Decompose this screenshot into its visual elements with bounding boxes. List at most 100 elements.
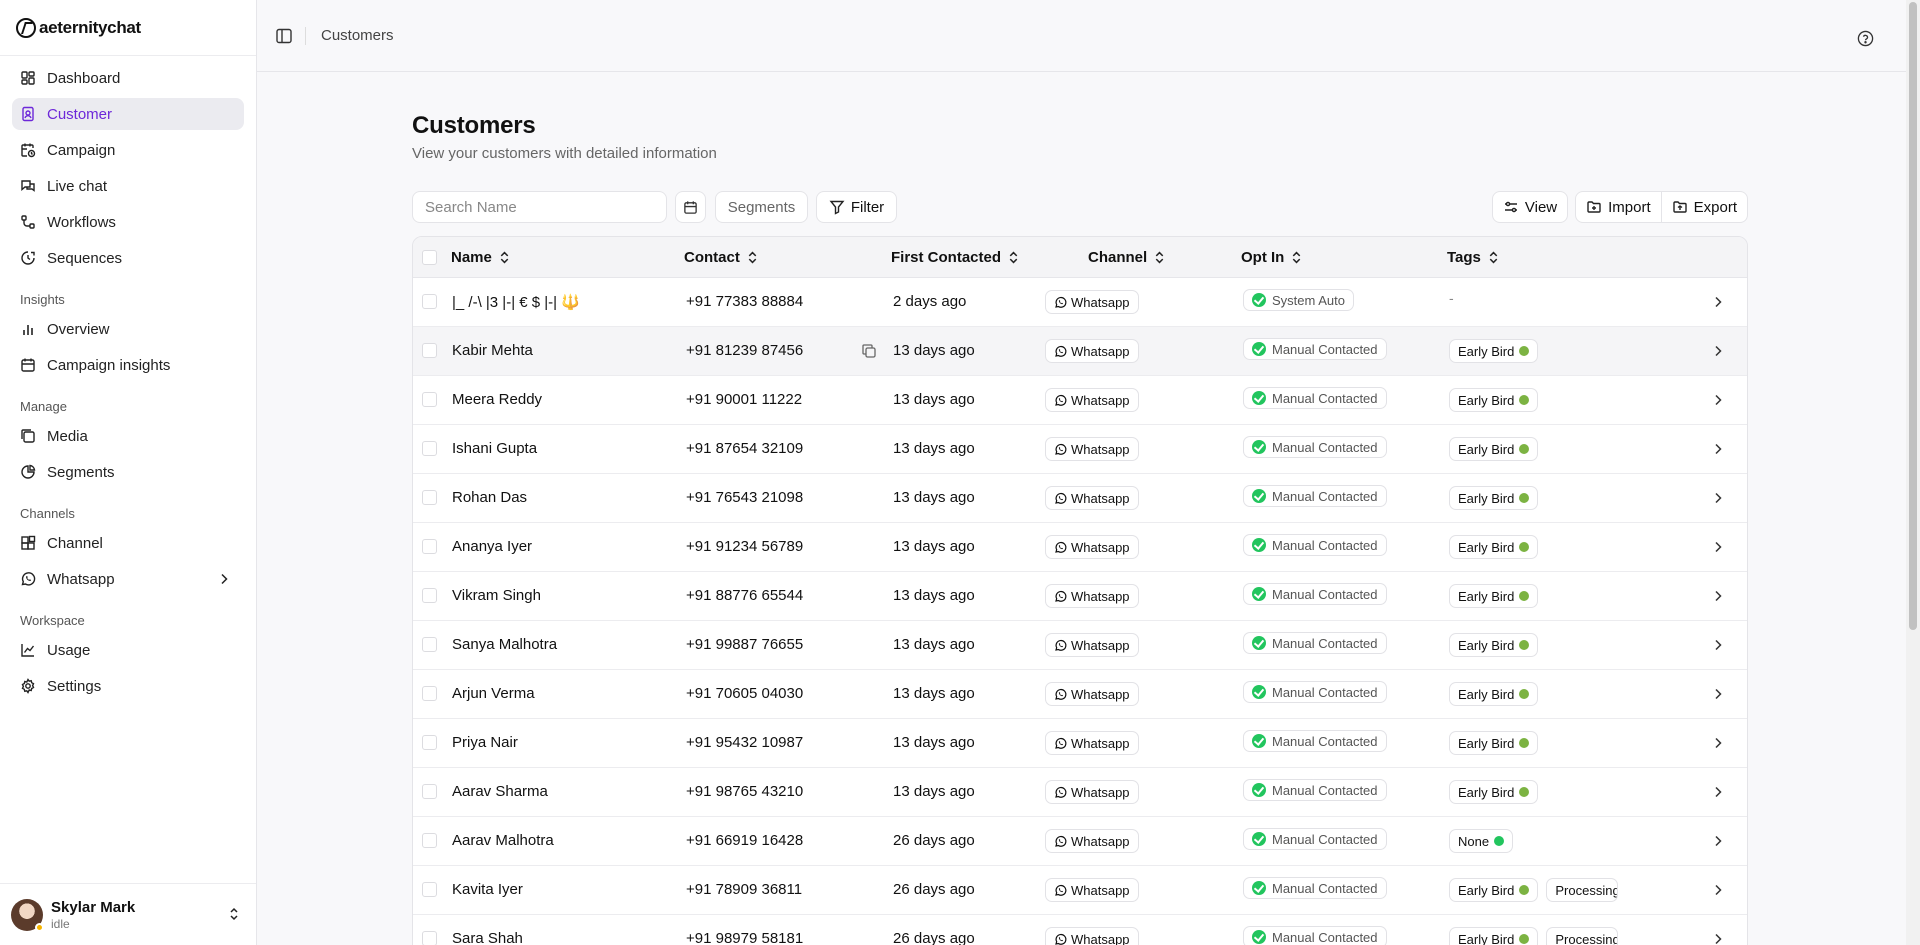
sidebar-item-media[interactable]: Media [12,420,244,452]
column-header-first-contacted[interactable]: First Contacted [891,249,1020,266]
sidebar-item-whatsapp[interactable]: Whatsapp [12,563,244,595]
channel-label: Whatsapp [1071,637,1130,653]
sidebar-item-sequences[interactable]: Sequences [12,242,244,274]
channel-badge: Whatsapp [1045,535,1139,559]
opt-in-badge: Manual Contacted [1243,877,1387,899]
row-checkbox[interactable] [422,392,437,407]
column-header-name[interactable]: Name [451,249,511,266]
segments-button[interactable]: Segments [715,191,808,223]
chevron-right-icon[interactable] [1711,589,1725,603]
row-checkbox[interactable] [422,294,437,309]
sidebar-item-settings[interactable]: Settings [12,670,244,702]
table-row[interactable]: Sanya Malhotra +91 99887 76655 13 days ago… [413,621,1747,670]
copy-icon[interactable] [861,343,877,359]
table-row[interactable]: Priya Nair +91 95432 10987 13 days ago What… [413,719,1747,768]
table-row[interactable]: Ananya Iyer +91 91234 56789 13 days ago Wha… [413,523,1747,572]
opt-in-chip: Manual Contacted [1243,632,1387,654]
row-checkbox[interactable] [422,931,437,945]
import-button[interactable]: Import [1575,191,1662,223]
scrollbar[interactable] [1906,0,1920,945]
opt-in-label: Manual Contacted [1272,537,1378,553]
row-checkbox[interactable] [422,539,437,554]
chevron-right-icon[interactable] [1711,442,1725,456]
sidebar-item-overview[interactable]: Overview [12,313,244,345]
sidebar-item-campaign-insights[interactable]: Campaign insights [12,349,244,381]
chevron-right-icon[interactable] [1711,736,1725,750]
chevrons-up-down-icon[interactable] [226,906,242,922]
row-checkbox[interactable] [422,441,437,456]
scrollbar-thumb[interactable] [1909,2,1917,630]
table-row[interactable]: Kabir Mehta +91 81239 87456 13 days ago Wha… [413,327,1747,376]
row-checkbox[interactable] [422,343,437,358]
sidebar-item-dashboard[interactable]: Dashboard [12,62,244,94]
chevron-right-icon[interactable] [1711,638,1725,652]
table-row[interactable]: Meera Reddy +91 90001 11222 13 days ago Wha… [413,376,1747,425]
customer-name: Rohan Das [452,489,527,506]
customer-name: Arjun Verma [452,685,535,702]
date-filter-button[interactable] [675,191,706,223]
sidebar-item-channel[interactable]: Channel [12,527,244,559]
sidebar-item-segments[interactable]: Segments [12,456,244,488]
search-input[interactable] [412,191,667,223]
row-checkbox[interactable] [422,686,437,701]
table-row[interactable]: Arjun Verma +91 70605 04030 13 days ago Wha… [413,670,1747,719]
workflow-icon [20,214,36,230]
chevron-right-icon[interactable] [1711,932,1725,945]
first-contacted: 13 days ago [893,685,975,702]
sidebar-toggle-icon[interactable] [275,27,293,45]
table-row[interactable]: Aarav Sharma +91 98765 43210 13 days ago Wh… [413,768,1747,817]
chevron-right-icon[interactable] [1711,344,1725,358]
sidebar-item-customer[interactable]: Customer [12,98,244,130]
row-checkbox[interactable] [422,882,437,897]
opt-in-chip: Manual Contacted [1243,436,1387,458]
table-row[interactable]: Ishani Gupta +91 87654 32109 13 days ago Wh… [413,425,1747,474]
view-button[interactable]: View [1491,191,1569,223]
opt-in-label: Manual Contacted [1272,390,1378,406]
channel-chip: Whatsapp [1045,486,1139,510]
sidebar-item-live-chat[interactable]: Live chat [12,170,244,202]
row-checkbox[interactable] [422,588,437,603]
column-header-contact[interactable]: Contact [684,249,759,266]
customer-contact: +91 90001 11222 [686,391,803,408]
tags-cell: Early Bird [1449,535,1546,559]
sidebar-item-usage[interactable]: Usage [12,634,244,666]
opt-in-chip: Manual Contacted [1243,877,1387,899]
column-header-tags[interactable]: Tags [1447,249,1500,266]
table-row[interactable]: |_ /-\ |3 |-| € $ |-| 🔱 +91 77383 88884 2 … [413,278,1747,327]
chevron-right-icon[interactable] [1711,295,1725,309]
select-all-checkbox[interactable] [422,250,437,265]
logo-icon [16,17,36,38]
sidebar-item-campaign[interactable]: Campaign [12,134,244,166]
column-header-opt-in[interactable]: Opt In [1241,249,1303,266]
table-row[interactable]: Rohan Das +91 76543 21098 13 days ago Whats… [413,474,1747,523]
chevron-right-icon[interactable] [1711,834,1725,848]
sidebar-item-label: Sequences [47,249,123,267]
help-icon[interactable] [1857,30,1874,47]
chevron-right-icon[interactable] [1711,883,1725,897]
user-menu[interactable]: Skylar Mark idle [0,883,256,945]
tag-label: Early Bird [1458,931,1515,945]
row-checkbox[interactable] [422,637,437,652]
chevron-right-icon[interactable] [1711,687,1725,701]
filter-button[interactable]: Filter [816,191,897,223]
check-circle-icon [1252,440,1266,454]
first-contacted: 26 days ago [893,930,975,945]
chevron-right-icon[interactable] [1711,491,1725,505]
row-checkbox[interactable] [422,490,437,505]
table-row[interactable]: Vikram Singh +91 88776 65544 13 days ago Wh… [413,572,1747,621]
tag-chip: Early Bird [1449,486,1539,510]
export-button[interactable]: Export [1661,191,1748,223]
chevron-right-icon[interactable] [1711,785,1725,799]
column-header-channel[interactable]: Channel [1088,249,1166,266]
row-checkbox[interactable] [422,833,437,848]
divider [305,26,306,45]
table-row[interactable]: Sara Shah +91 98979 58181 26 days ago Whats… [413,915,1747,945]
row-checkbox[interactable] [422,784,437,799]
chevron-right-icon[interactable] [1711,540,1725,554]
sidebar-item-workflows[interactable]: Workflows [12,206,244,238]
table-row[interactable]: Kavita Iyer +91 78909 36811 26 days ago Wha… [413,866,1747,915]
chevron-right-icon[interactable] [1711,393,1725,407]
tag-color-dot [1519,934,1530,944]
row-checkbox[interactable] [422,735,437,750]
table-row[interactable]: Aarav Malhotra +91 66919 16428 26 days ago… [413,817,1747,866]
